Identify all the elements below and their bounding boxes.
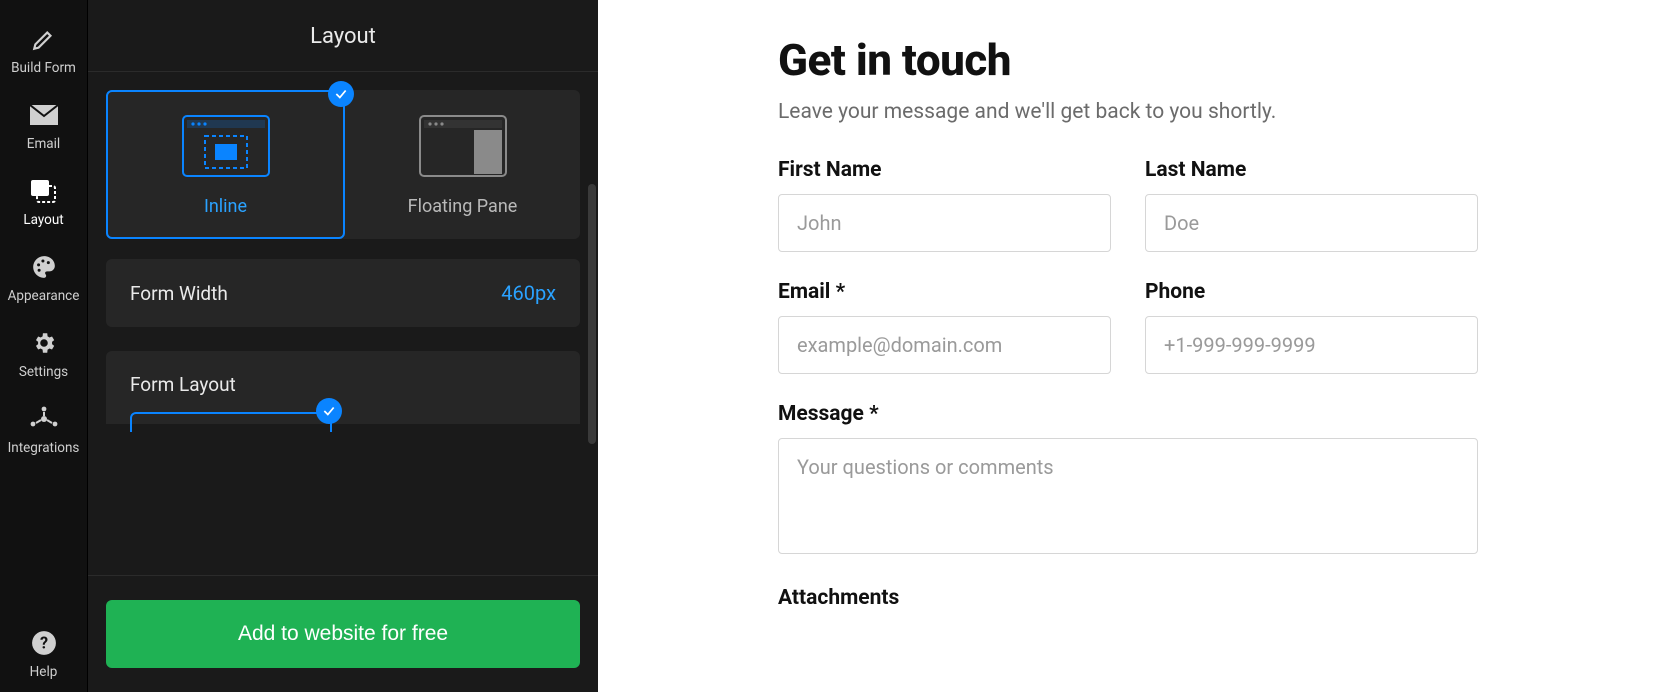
rail-label: Appearance (8, 288, 80, 304)
form-layout-option-selected[interactable] (130, 412, 332, 432)
first-name-input[interactable] (778, 194, 1111, 252)
rail-item-settings[interactable]: Settings (0, 316, 87, 392)
layout-option-floating[interactable]: Floating Pane (345, 90, 580, 239)
first-name-label: First Name (778, 158, 1111, 182)
gear-icon (29, 330, 59, 356)
form-width-value: 460px (501, 281, 556, 305)
panel-body: Inline Floating Pane Form Width 460px Fo… (88, 72, 598, 575)
form-subtitle: Leave your message and we'll get back to… (778, 100, 1478, 124)
scrollbar-thumb[interactable] (588, 184, 596, 444)
rail-label: Email (27, 136, 60, 152)
rail-item-layout[interactable]: Layout (0, 164, 87, 240)
field-message: Message * (778, 402, 1478, 558)
palette-icon (29, 254, 59, 280)
rail-label: Settings (19, 364, 68, 380)
layout-panel: Layout Inline Floating Pane (88, 0, 598, 692)
rail-item-help[interactable]: ? Help (0, 616, 87, 692)
form-width-row[interactable]: Form Width 460px (106, 259, 580, 327)
field-email: Email * (778, 280, 1111, 374)
rail-label: Build Form (11, 60, 76, 76)
message-label: Message * (778, 402, 1478, 426)
last-name-input[interactable] (1145, 194, 1478, 252)
panel-title: Layout (88, 0, 598, 72)
last-name-label: Last Name (1145, 158, 1478, 182)
rail-label: Layout (23, 212, 63, 228)
layout-option-label: Inline (204, 196, 247, 217)
layout-mode-card: Inline Floating Pane (106, 90, 580, 239)
field-first-name: First Name (778, 158, 1111, 252)
add-to-website-button[interactable]: Add to website for free (106, 600, 580, 668)
email-label: Email * (778, 280, 1111, 304)
layout-option-inline[interactable]: Inline (106, 90, 345, 239)
rail-label: Integrations (8, 440, 80, 456)
email-input[interactable] (778, 316, 1111, 374)
help-icon: ? (29, 630, 59, 656)
nodes-icon (29, 406, 59, 432)
attachments-label: Attachments (778, 586, 1478, 610)
form-preview: Get in touch Leave your message and we'l… (598, 0, 1660, 692)
svg-text:?: ? (39, 633, 47, 652)
message-input[interactable] (778, 438, 1478, 554)
form-title: Get in touch (778, 34, 1478, 86)
form-width-label: Form Width (130, 282, 228, 305)
layout-option-label: Floating Pane (408, 196, 518, 217)
sidebar-rail: Build Form Email Layout Appearance Setti… (0, 0, 88, 692)
rail-item-build-form[interactable]: Build Form (0, 12, 87, 88)
panel-footer: Add to website for free (88, 575, 598, 692)
form-layout-section: Form Layout (106, 351, 580, 424)
phone-label: Phone (1145, 280, 1478, 304)
inline-preview-icon (181, 114, 271, 178)
mail-icon (29, 102, 59, 128)
check-icon (316, 398, 342, 424)
rail-item-integrations[interactable]: Integrations (0, 392, 87, 468)
field-last-name: Last Name (1145, 158, 1478, 252)
phone-input[interactable] (1145, 316, 1478, 374)
rail-item-appearance[interactable]: Appearance (0, 240, 87, 316)
field-phone: Phone (1145, 280, 1478, 374)
rail-label: Help (30, 664, 58, 680)
pencil-icon (29, 26, 59, 52)
floating-preview-icon (418, 114, 508, 178)
rail-item-email[interactable]: Email (0, 88, 87, 164)
layout-icon (29, 178, 59, 204)
form-layout-label: Form Layout (130, 373, 236, 396)
